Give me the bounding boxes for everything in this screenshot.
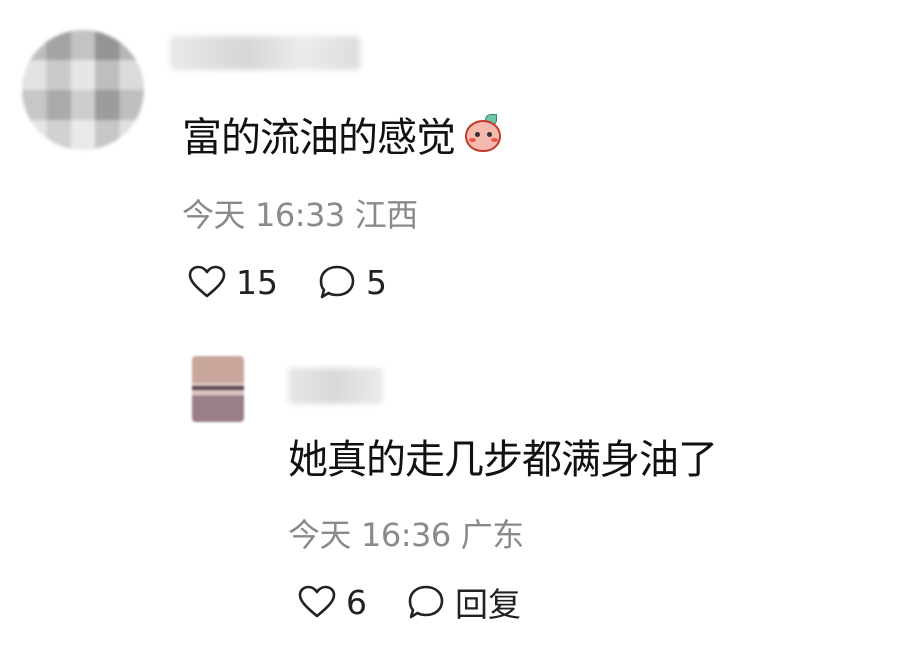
- chat-bubble-outline-icon: [319, 265, 355, 299]
- comment-meta: 今天 16:33 江西: [182, 190, 428, 236]
- comment-content: 富的流油的感觉: [182, 108, 503, 161]
- comment-thread: 富的流油的感觉 今天 16:33 江西 15 5 她真的走几步都满身油了 今天 …: [0, 0, 898, 654]
- reply-content: 她真的走几步都满身油了: [288, 430, 718, 483]
- comment-date: 今天: [182, 196, 246, 234]
- reply-like-count: 6: [346, 582, 367, 622]
- peach-face-emoji-icon: [463, 114, 503, 154]
- emoji-eye: [487, 132, 492, 137]
- reply-username-blurred[interactable]: [288, 368, 383, 404]
- chat-bubble-outline-icon: [408, 585, 444, 619]
- avatar-blur-mosaic: [22, 30, 144, 150]
- reply-location: 广东: [460, 516, 525, 554]
- reply-meta: 今天 16:36 广东: [288, 510, 534, 556]
- reply-text: 她真的走几步都满身油了: [288, 437, 718, 483]
- emoji-cheek: [469, 138, 476, 142]
- reply-actions: 6 回复: [298, 580, 521, 624]
- comment-actions: 15 5: [188, 260, 387, 304]
- comment-location: 江西: [354, 196, 419, 234]
- emoji-eye: [475, 132, 480, 137]
- reply-avatar[interactable]: [192, 356, 244, 422]
- like-count: 15: [236, 262, 278, 302]
- username-blurred[interactable]: [170, 36, 360, 70]
- heart-outline-icon: [298, 585, 336, 618]
- reply-button[interactable]: 回复: [407, 578, 521, 626]
- avatar-blur-stripe: [192, 386, 244, 390]
- emoji-head: [465, 120, 501, 152]
- reply-date: 今天: [288, 516, 352, 554]
- reply-count: 5: [366, 262, 387, 302]
- reply-like-button[interactable]: 6: [298, 583, 367, 622]
- like-button[interactable]: 15: [188, 263, 278, 302]
- comment-text: 富的流油的感觉: [182, 115, 456, 161]
- reply-time: 16:36: [361, 516, 451, 554]
- reply-button-label: 回复: [455, 585, 521, 624]
- avatar[interactable]: [22, 30, 144, 150]
- reply-count-button[interactable]: 5: [318, 263, 387, 302]
- emoji-cheek: [491, 138, 498, 142]
- comment-time: 16:33: [255, 196, 345, 234]
- heart-outline-icon: [188, 265, 226, 298]
